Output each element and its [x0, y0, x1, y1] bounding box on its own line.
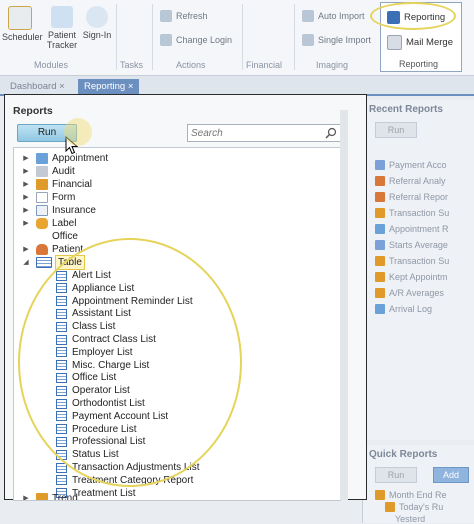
single-import-button[interactable]: Single Import — [302, 34, 371, 46]
group-label-imaging: Imaging — [316, 60, 349, 70]
insurance-icon — [36, 205, 48, 216]
quick-report-item[interactable]: Month End Re — [375, 490, 447, 500]
single-import-icon — [302, 34, 314, 46]
report-icon — [375, 256, 385, 266]
tree-node-financial[interactable]: ▶ Financial — [22, 178, 92, 191]
reports-title: Reports — [13, 105, 53, 117]
tree-scrollbar[interactable] — [340, 110, 348, 500]
group-divider — [242, 4, 243, 70]
change-login-button[interactable]: Change Login — [160, 34, 232, 46]
change-login-icon — [160, 34, 172, 46]
tree-node-office[interactable]: Office — [22, 230, 78, 243]
recent-report-item[interactable]: Appointment R — [375, 224, 449, 234]
group-label-financial: Financial — [246, 60, 283, 70]
recent-report-item[interactable]: A/R Averages — [375, 288, 444, 298]
table-icon — [36, 257, 52, 268]
scheduler-icon — [8, 6, 32, 30]
expand-arrow-icon[interactable]: ▶ — [22, 204, 30, 217]
tab-dashboard[interactable]: Dashboard × — [4, 79, 71, 94]
quick-report-item[interactable]: Today's Ru — [385, 502, 443, 512]
report-icon — [375, 288, 385, 298]
recent-report-item[interactable]: Payment Acco — [375, 160, 447, 170]
patient-tracker-icon — [51, 6, 73, 28]
mail-merge-icon — [387, 35, 402, 50]
report-icon — [375, 304, 385, 314]
recent-reports-title: Recent Reports — [369, 104, 443, 115]
quick-add-button[interactable]: Add — [433, 467, 469, 483]
patient-icon — [36, 244, 48, 255]
group-label-actions: Actions — [176, 60, 206, 70]
tab-reporting[interactable]: Reporting × — [78, 79, 140, 94]
report-icon — [375, 490, 385, 500]
document-tabs: Dashboard × Reporting × — [0, 76, 474, 96]
highlight-oval — [370, 2, 456, 30]
audit-icon — [36, 166, 48, 177]
auto-import-button[interactable]: Auto Import — [302, 10, 365, 22]
recent-report-item[interactable]: Kept Appointm — [375, 272, 448, 282]
search-field[interactable] — [187, 124, 341, 142]
report-icon — [375, 160, 385, 170]
group-label-tasks: Tasks — [120, 60, 144, 70]
collapse-arrow-icon[interactable]: ◢ — [22, 256, 30, 269]
search-icon[interactable] — [325, 127, 337, 139]
recent-reports-panel: Recent Reports Run Payment Acco Referral… — [362, 100, 474, 440]
expand-arrow-icon[interactable]: ▶ — [22, 165, 30, 178]
financial-icon — [36, 179, 48, 190]
report-icon — [375, 208, 385, 218]
label-icon — [36, 218, 48, 229]
tree-node-label[interactable]: ▶ Label — [22, 217, 76, 230]
appointment-icon — [36, 153, 48, 164]
report-icon — [375, 240, 385, 250]
tree-node-insurance[interactable]: ▶ Insurance — [22, 204, 96, 217]
report-icon — [375, 224, 385, 234]
report-icon — [375, 272, 385, 282]
expand-arrow-icon[interactable]: ▶ — [22, 178, 30, 191]
expand-arrow-icon[interactable]: ▶ — [22, 152, 30, 165]
office-icon — [36, 231, 48, 242]
group-divider — [152, 4, 153, 70]
group-divider — [294, 4, 295, 70]
expand-arrow-icon[interactable]: ▶ — [22, 217, 30, 230]
scheduler-button[interactable]: Scheduler — [2, 6, 43, 42]
quick-reports-panel: Quick Reports Run Add Month End Re Today… — [362, 445, 474, 524]
expand-arrow-icon[interactable]: ▶ — [22, 243, 30, 256]
group-divider — [116, 4, 117, 70]
auto-import-icon — [302, 10, 314, 22]
patient-tracker-button[interactable]: Patient Tracker — [44, 6, 80, 50]
report-icon — [375, 192, 385, 202]
tree-node-audit[interactable]: ▶ Audit — [22, 165, 75, 178]
table-icon — [56, 475, 67, 486]
report-icon — [385, 502, 395, 512]
highlight-circle — [18, 238, 242, 487]
tree-node-trend[interactable]: ▶ Trend — [22, 492, 78, 500]
group-label-reporting: Reporting — [399, 59, 439, 69]
recent-report-item[interactable]: Starts Average — [375, 240, 448, 250]
tree-node-form[interactable]: ▶ Form — [22, 191, 75, 204]
sign-in-icon — [86, 6, 108, 28]
sign-in-button[interactable]: Sign-In — [82, 6, 112, 40]
expand-arrow-icon[interactable]: ▶ — [22, 492, 30, 500]
group-label-modules: Modules — [34, 60, 69, 70]
quick-reports-title: Quick Reports — [369, 449, 438, 460]
refresh-button[interactable]: Refresh — [160, 10, 208, 22]
recent-report-item[interactable]: Transaction Su — [375, 208, 449, 218]
recent-report-item[interactable]: Referral Repor — [375, 192, 448, 202]
highlight-spot — [64, 118, 92, 146]
trend-icon — [36, 493, 48, 500]
quick-run-button[interactable]: Run — [375, 467, 417, 483]
form-icon — [36, 192, 48, 203]
report-icon — [375, 176, 385, 186]
recent-report-item[interactable]: Referral Analy — [375, 176, 446, 186]
mail-merge-button[interactable]: Mail Merge — [387, 35, 453, 50]
search-input[interactable] — [188, 125, 322, 141]
refresh-icon — [160, 10, 172, 22]
recent-report-item[interactable]: Arrival Log — [375, 304, 432, 314]
recent-run-button[interactable]: Run — [375, 122, 417, 138]
expand-arrow-icon[interactable]: ▶ — [22, 191, 30, 204]
recent-report-item[interactable]: Transaction Su — [375, 256, 449, 266]
